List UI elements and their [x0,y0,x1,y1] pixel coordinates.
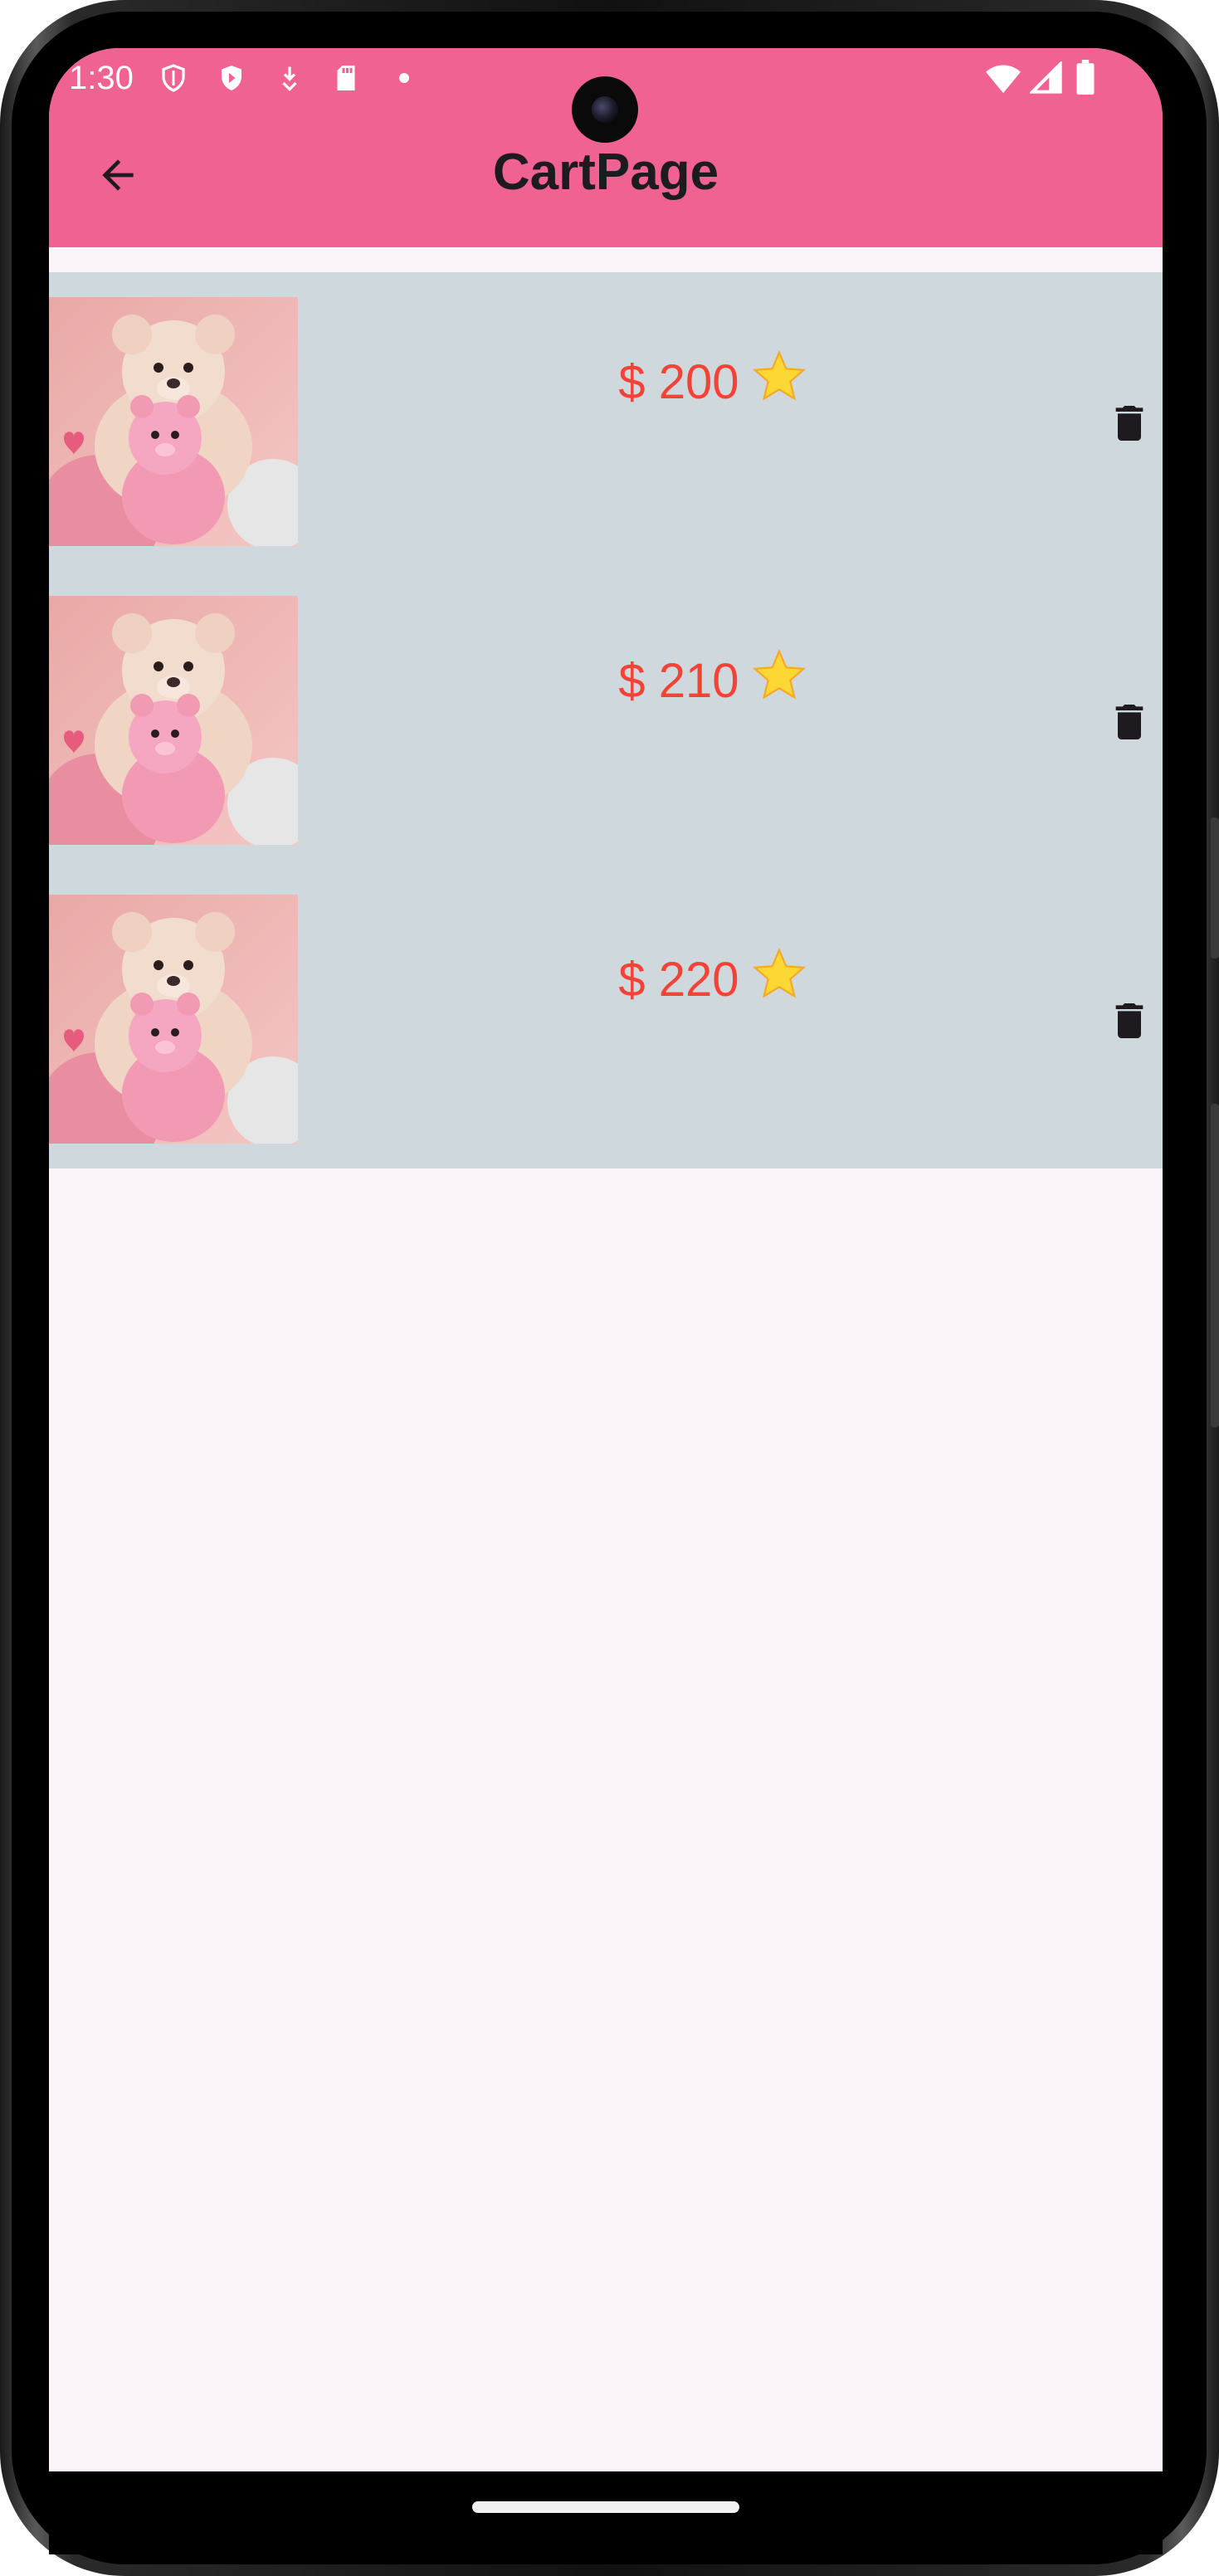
price-text: $ 200 [618,355,739,409]
trash-icon [1115,705,1143,739]
download-icon [275,63,305,93]
wifi-icon [985,61,1022,95]
cart-item[interactable]: $ 220 [49,895,1163,1144]
cart-item[interactable]: $ 200 [49,297,1163,546]
gesture-nav-bar [49,2471,1163,2554]
price-text: $ 220 [618,953,739,1007]
sd-card-icon [331,63,361,93]
trash-icon [1115,1003,1143,1038]
battery-icon [1075,60,1096,95]
page-title: CartPage [492,144,719,201]
item-price: $ 220 [298,947,1128,1012]
teddy-bears-photo [49,895,298,1144]
shield-outline-icon [158,63,188,93]
cart-item[interactable]: $ 210 [49,596,1163,845]
delete-button[interactable] [1096,390,1163,456]
star-icon [751,648,807,714]
status-time: 1:30 [69,60,134,96]
volume-button [1211,1104,1219,1427]
star-icon [751,947,807,1012]
product-image [49,596,298,845]
price-text: $ 210 [618,654,739,708]
item-price: $ 200 [298,349,1128,415]
dot-icon [389,63,419,93]
trash-icon [1115,406,1143,441]
item-price: $ 210 [298,648,1128,714]
teddy-bears-photo [49,596,298,845]
product-image [49,297,298,546]
app-bar: 1:30 CartPage [49,48,1163,247]
cart-list: $ 200 $ 210 $ 220 [49,272,1163,1168]
front-camera [572,76,638,143]
app-screen: 1:30 CartPage $ 200 $ 210 $ 220 [49,48,1163,2471]
shield-play-icon [217,63,246,93]
power-button [1211,817,1219,959]
teddy-bears-photo [49,297,298,546]
delete-button[interactable] [1096,988,1163,1054]
star-icon [751,349,807,415]
signal-icon [1028,60,1063,95]
delete-button[interactable] [1096,689,1163,755]
home-indicator[interactable] [472,2501,739,2513]
product-image [49,895,298,1144]
